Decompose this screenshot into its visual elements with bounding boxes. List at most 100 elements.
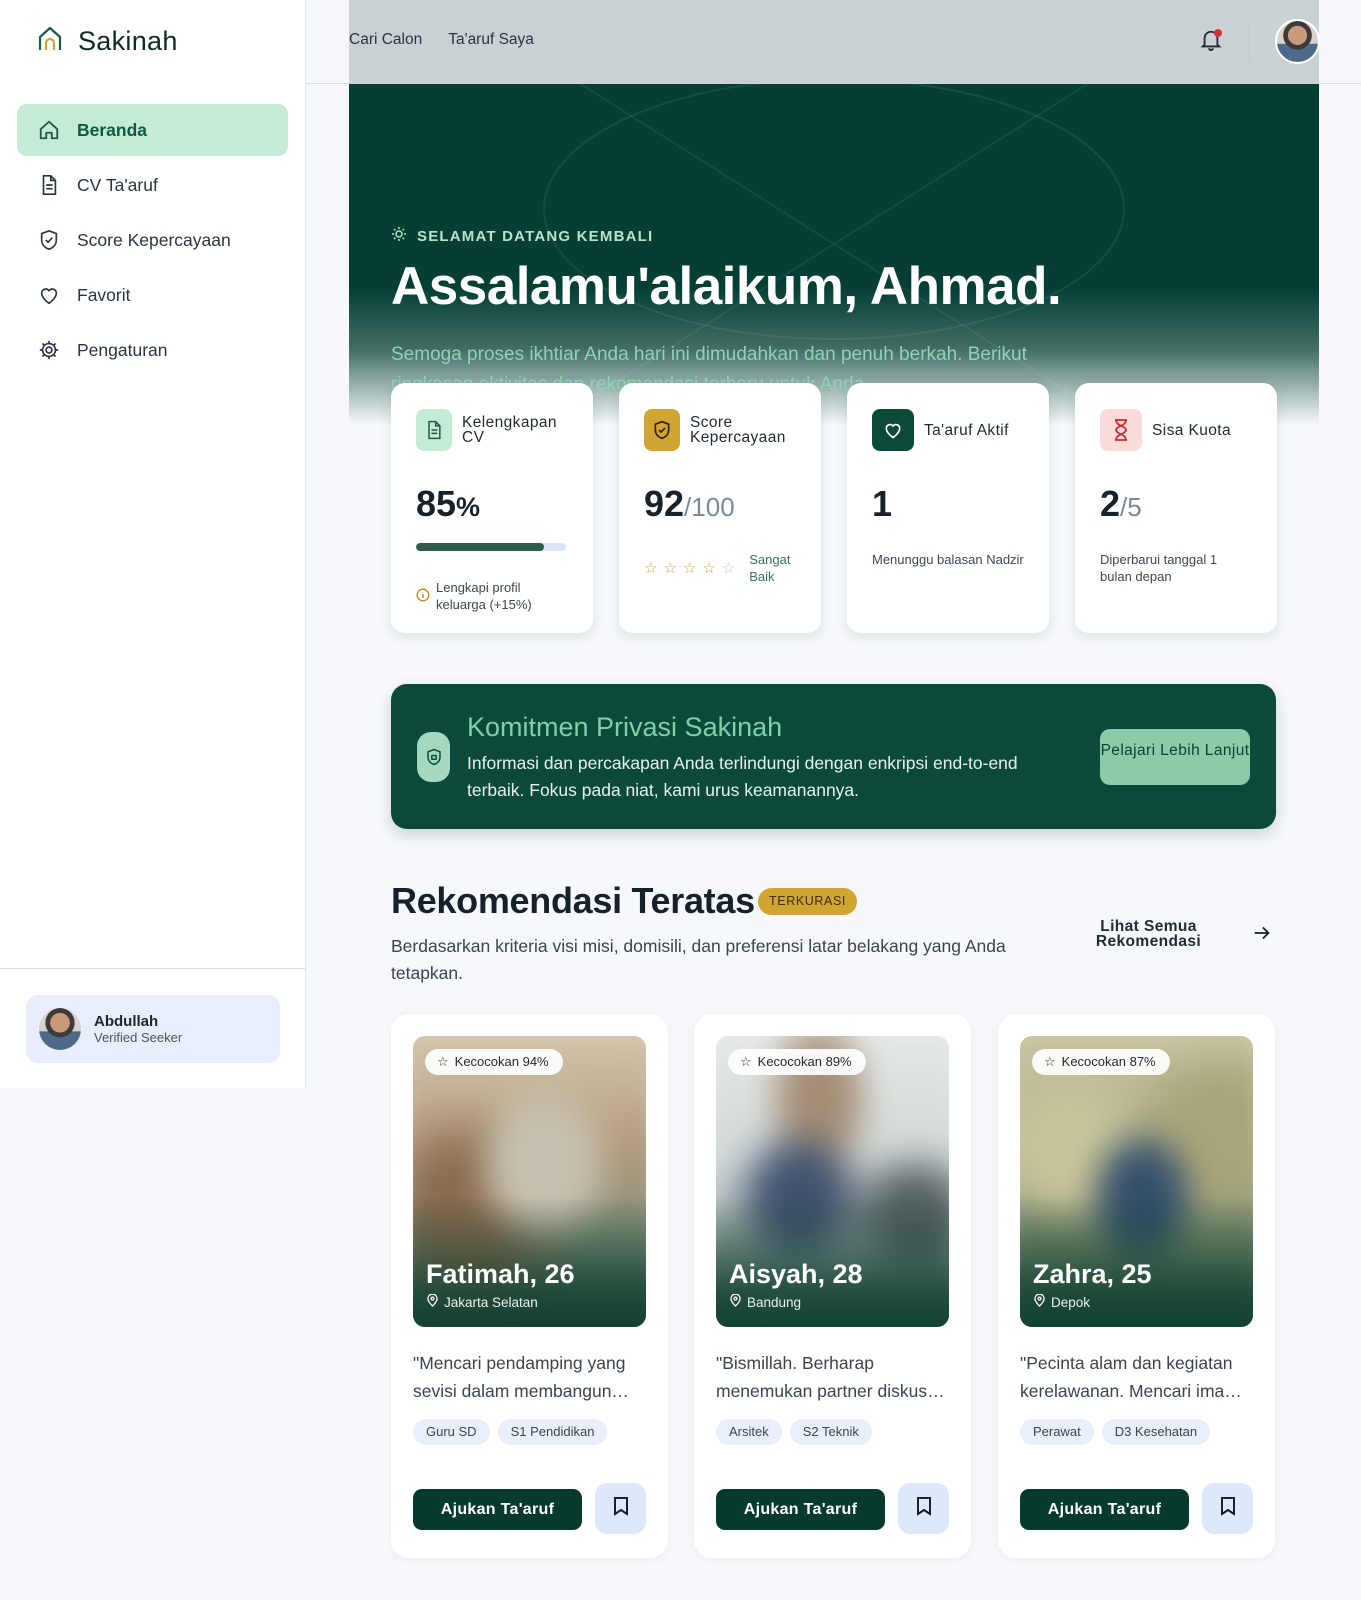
profile-quote: "Mencari pendamping yang sevisi dalam me… — [413, 1353, 629, 1401]
tag: S1 Pendidikan — [497, 1419, 608, 1445]
mosque-home-icon — [38, 26, 62, 57]
profile-location: Depok — [1034, 1293, 1090, 1310]
top-nav: Cari Calon Ta'aruf Saya — [349, 31, 534, 49]
heart-icon — [872, 409, 914, 451]
star-icon: ☆ — [721, 560, 736, 577]
top-link-cari-calon[interactable]: Cari Calon — [349, 31, 422, 49]
star-icon: ☆ — [663, 560, 677, 577]
sun-icon — [391, 226, 407, 246]
curated-badge: TERKURASI — [758, 888, 857, 915]
sidebar-item-label: Beranda — [77, 119, 148, 140]
learn-more-button[interactable]: Pelajari Lebih Lanjut — [1100, 729, 1250, 785]
hero-title: Assalamu'alaikum, Ahmad. — [391, 257, 1062, 316]
sidebar-item-score[interactable]: Score Kepercayaan — [17, 214, 288, 266]
stat-note: Diperbarui tanggal 1 bulan depan — [1100, 552, 1218, 584]
privacy-banner: Komitmen Privasi Sakinah Informasi dan p… — [391, 684, 1276, 829]
stat-note: Lengkapi profil keluarga (+15%) — [416, 579, 568, 613]
sidebar-item-cv-taaruf[interactable]: CV Ta'aruf — [17, 159, 288, 211]
privacy-description: Informasi dan percakapan Anda terlindung… — [467, 753, 1018, 800]
heart-icon — [37, 283, 61, 307]
sidebar: Sakinah Beranda CV Ta'aruf Score Keperca… — [0, 0, 306, 1088]
rating-label: Sangat Baik — [749, 552, 791, 584]
tag: Perawat — [1020, 1419, 1094, 1445]
star-icon: ☆ — [1044, 1054, 1056, 1069]
topbar-divider — [1249, 22, 1250, 62]
stat-value: 2/5 — [1100, 483, 1142, 524]
stat-card-trust[interactable]: Score Kepercayaan 92/100 ☆ ☆ ☆ ☆ ☆ Sanga… — [619, 383, 821, 633]
sidebar-divider — [0, 968, 306, 969]
ajukan-taaruf-button[interactable]: Ajukan Ta'aruf — [716, 1489, 885, 1530]
profile-photo[interactable]: ☆ Kecocokan 87% Zahra, 25 Depok — [1020, 1036, 1253, 1327]
shield-check-icon — [644, 409, 680, 451]
star-icon: ☆ — [644, 560, 658, 577]
brand[interactable]: Sakinah — [38, 26, 178, 57]
document-icon — [37, 173, 61, 197]
stat-label: Score Kepercayaan — [690, 414, 786, 446]
tag: D3 Kesehatan — [1101, 1419, 1211, 1445]
stat-card-quota[interactable]: Sisa Kuota 2/5 Diperbarui tanggal 1 bula… — [1075, 383, 1277, 633]
recommendations-description: Berdasarkan kriteria visi misi, domisili… — [391, 936, 1006, 983]
sidebar-item-label: Pengaturan — [77, 339, 168, 360]
bookmark-icon — [1219, 1496, 1237, 1521]
profile-tags: Guru SD S1 Pendidikan — [413, 1419, 608, 1445]
see-all-link[interactable]: Lihat Semua Rekomendasi — [1086, 919, 1211, 950]
stat-label: Kelengkapan CV — [462, 414, 557, 446]
star-icon: ☆ — [702, 560, 716, 577]
hero-banner: SELAMAT DATANG KEMBALI Assalamu'alaikum,… — [349, 84, 1319, 424]
tag: Arsitek — [716, 1419, 782, 1445]
stat-label: Ta'aruf Aktif — [924, 421, 1009, 439]
profile-quote: "Bismillah. Berharap menemukan partner d… — [716, 1353, 945, 1401]
ajukan-taaruf-button[interactable]: Ajukan Ta'aruf — [1020, 1489, 1189, 1530]
bookmark-button[interactable] — [898, 1483, 949, 1534]
stat-card-cv[interactable]: Kelengkapan CV 85% Lengkapi profil kelua… — [391, 383, 593, 633]
bookmark-icon — [915, 1496, 933, 1521]
stat-value: 92/100 — [644, 483, 735, 524]
stat-value: 1 — [872, 483, 893, 524]
star-icon: ☆ — [437, 1054, 449, 1069]
profile-name: Fatimah, 26 — [426, 1259, 575, 1289]
info-icon — [416, 579, 430, 613]
user-name: Abdullah — [94, 1013, 159, 1030]
user-profile-card[interactable]: Abdullah Verified Seeker — [26, 995, 280, 1063]
brand-name: Sakinah — [78, 26, 178, 56]
shield-check-icon — [37, 228, 61, 252]
avatar[interactable] — [1275, 19, 1320, 64]
match-badge: ☆ Kecocokan 89% — [728, 1049, 866, 1075]
profile-photo[interactable]: ☆ Kecocokan 94% Fatimah, 26 Jakarta Selat… — [413, 1036, 646, 1327]
stat-value: 85% — [416, 483, 481, 524]
shield-lock-icon — [417, 732, 450, 782]
profile-card: ☆ Kecocokan 89% Aisyah, 28 Bandung "Bismi… — [694, 1014, 971, 1558]
bookmark-button[interactable] — [1202, 1483, 1253, 1534]
stat-card-active-taaruf[interactable]: Ta'aruf Aktif 1 Menunggu balasan Nadzir — [847, 383, 1049, 633]
profile-name: Aisyah, 28 — [729, 1259, 863, 1289]
cv-progress-fill — [416, 543, 544, 551]
profile-name: Zahra, 25 — [1033, 1259, 1152, 1289]
hourglass-icon — [1100, 409, 1142, 451]
stat-label: Sisa Kuota — [1152, 421, 1231, 439]
match-badge: ☆ Kecocokan 94% — [425, 1049, 563, 1075]
sidebar-item-favorit[interactable]: Favorit — [17, 269, 288, 321]
privacy-title: Komitmen Privasi Sakinah — [467, 712, 783, 742]
top-link-taaruf-saya[interactable]: Ta'aruf Saya — [448, 31, 534, 49]
star-icon: ☆ — [682, 560, 697, 577]
tag: Guru SD — [413, 1419, 490, 1445]
ajukan-taaruf-button[interactable]: Ajukan Ta'aruf — [413, 1489, 582, 1530]
avatar — [39, 1008, 81, 1050]
bookmark-button[interactable] — [595, 1483, 646, 1534]
profile-tags: Perawat D3 Kesehatan — [1020, 1419, 1211, 1445]
bookmark-icon — [612, 1496, 630, 1521]
sidebar-item-beranda[interactable]: Beranda — [17, 104, 288, 156]
sidebar-item-pengaturan[interactable]: Pengaturan — [17, 324, 288, 376]
recommendations-title: Rekomendasi Teratas — [391, 880, 755, 921]
sidebar-item-label: CV Ta'aruf — [77, 174, 158, 195]
star-icon: ☆ — [740, 1054, 752, 1069]
profile-card: ☆ Kecocokan 87% Zahra, 25 Depok "Pecinta … — [998, 1014, 1275, 1558]
profile-location: Jakarta Selatan — [427, 1293, 538, 1310]
sidebar-item-label: Score Kepercayaan — [77, 229, 231, 250]
stat-note: Menunggu balasan Nadzir — [872, 552, 1024, 567]
profile-location: Bandung — [730, 1293, 801, 1310]
profile-photo[interactable]: ☆ Kecocokan 89% Aisyah, 28 Bandung — [716, 1036, 949, 1327]
cv-progress-bar — [416, 543, 566, 551]
match-badge: ☆ Kecocokan 87% — [1032, 1049, 1170, 1075]
arrow-right-icon[interactable] — [1251, 922, 1273, 949]
